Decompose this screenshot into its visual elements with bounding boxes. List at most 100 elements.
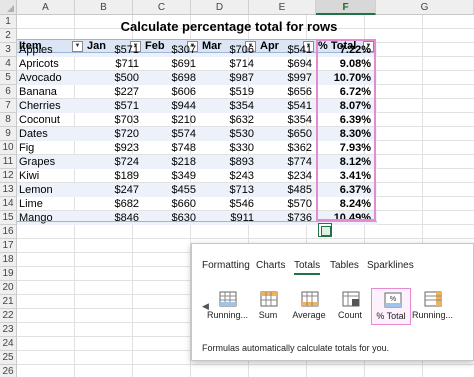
apr-cell[interactable]: $774 [258,155,316,169]
row-header[interactable]: 15 [0,211,17,225]
item-cell[interactable]: Banana [17,85,85,99]
select-all-button[interactable] [0,0,17,15]
apr-cell[interactable]: $362 [258,141,316,155]
row-header[interactable]: 9 [0,127,17,141]
row-header[interactable]: 3 [0,43,17,57]
mar-cell[interactable]: $911 [200,211,258,225]
row-header[interactable]: 2 [0,29,17,43]
feb-cell[interactable]: $630 [143,211,200,225]
row-header[interactable]: 25 [0,351,17,365]
jan-cell[interactable]: $703 [85,113,143,127]
mar-cell[interactable]: $330 [200,141,258,155]
option-average[interactable]: Average [289,288,329,325]
jan-cell[interactable]: $500 [85,71,143,85]
item-cell[interactable]: Cherries [17,99,85,113]
jan-cell[interactable]: $682 [85,197,143,211]
feb-cell[interactable]: $349 [143,169,200,183]
mar-cell[interactable]: $546 [200,197,258,211]
feb-cell[interactable]: $307 [143,43,200,57]
mar-cell[interactable]: $632 [200,113,258,127]
row-header[interactable]: 1 [0,15,17,29]
tab-sparklines[interactable]: Sparklines [367,260,414,272]
row-header[interactable]: 19 [0,267,17,281]
apr-cell[interactable]: $650 [258,127,316,141]
mar-cell[interactable]: $519 [200,85,258,99]
item-cell[interactable]: Grapes [17,155,85,169]
row-header[interactable]: 5 [0,71,17,85]
item-cell[interactable]: Coconut [17,113,85,127]
tab-totals[interactable]: Totals [294,260,321,275]
jan-cell[interactable]: $571 [85,99,143,113]
feb-cell[interactable]: $660 [143,197,200,211]
row-header[interactable]: 14 [0,197,17,211]
jan-cell[interactable]: $720 [85,127,143,141]
tab-charts[interactable]: Charts [256,260,285,272]
option-sum[interactable]: Sum [248,288,288,325]
row-header[interactable]: 24 [0,337,17,351]
feb-cell[interactable]: $606 [143,85,200,99]
item-cell[interactable]: Dates [17,127,85,141]
row-header[interactable]: 17 [0,239,17,253]
row-header[interactable]: 18 [0,253,17,267]
row-header[interactable]: 8 [0,113,17,127]
apr-cell[interactable]: $485 [258,183,316,197]
apr-cell[interactable]: $234 [258,169,316,183]
row-header[interactable]: 16 [0,225,17,239]
item-cell[interactable]: Fig [17,141,85,155]
tab-tables[interactable]: Tables [330,260,359,272]
row-header[interactable]: 22 [0,309,17,323]
option-running-total-rows[interactable]: Running... [207,288,248,325]
mar-cell[interactable]: $987 [200,71,258,85]
jan-cell[interactable]: $247 [85,183,143,197]
mar-cell[interactable]: $714 [200,57,258,71]
apr-cell[interactable]: $541 [258,99,316,113]
apr-cell[interactable]: $570 [258,197,316,211]
feb-cell[interactable]: $218 [143,155,200,169]
column-header-g[interactable]: G [376,0,474,15]
jan-cell[interactable]: $227 [85,85,143,99]
mar-cell[interactable]: $354 [200,99,258,113]
jan-cell[interactable]: $189 [85,169,143,183]
apr-cell[interactable]: $736 [258,211,316,225]
column-header-d[interactable]: D [191,0,249,15]
item-cell[interactable]: Lime [17,197,85,211]
mar-cell[interactable]: $530 [200,127,258,141]
item-cell[interactable]: Avocado [17,71,85,85]
row-header[interactable]: 4 [0,57,17,71]
jan-cell[interactable]: $571 [85,43,143,57]
mar-cell[interactable]: $243 [200,169,258,183]
item-cell[interactable]: Apples [17,43,85,57]
quick-analysis-button[interactable] [318,223,332,237]
row-header[interactable]: 12 [0,169,17,183]
row-header[interactable]: 26 [0,365,17,377]
option-count[interactable]: Count [330,288,370,325]
feb-cell[interactable]: $748 [143,141,200,155]
row-header[interactable]: 23 [0,323,17,337]
mar-cell[interactable]: $893 [200,155,258,169]
item-cell[interactable]: Apricots [17,57,85,71]
tab-formatting[interactable]: Formatting [202,260,250,272]
jan-cell[interactable]: $711 [85,57,143,71]
jan-cell[interactable]: $923 [85,141,143,155]
feb-cell[interactable]: $210 [143,113,200,127]
feb-cell[interactable]: $691 [143,57,200,71]
column-header-b[interactable]: B [75,0,133,15]
apr-cell[interactable]: $694 [258,57,316,71]
column-header-a[interactable]: A [17,0,75,15]
row-header[interactable]: 6 [0,85,17,99]
feb-cell[interactable]: $944 [143,99,200,113]
apr-cell[interactable]: $656 [258,85,316,99]
apr-cell[interactable]: $997 [258,71,316,85]
row-header[interactable]: 10 [0,141,17,155]
column-header-c[interactable]: C [133,0,191,15]
jan-cell[interactable]: $846 [85,211,143,225]
feb-cell[interactable]: $698 [143,71,200,85]
option-percent-total[interactable]: % % Total [371,288,411,325]
feb-cell[interactable]: $574 [143,127,200,141]
item-cell[interactable]: Mango [17,211,85,225]
feb-cell[interactable]: $455 [143,183,200,197]
item-cell[interactable]: Lemon [17,183,85,197]
mar-cell[interactable]: $713 [200,183,258,197]
column-header-e[interactable]: E [249,0,316,15]
column-header-f[interactable]: F [316,0,376,15]
